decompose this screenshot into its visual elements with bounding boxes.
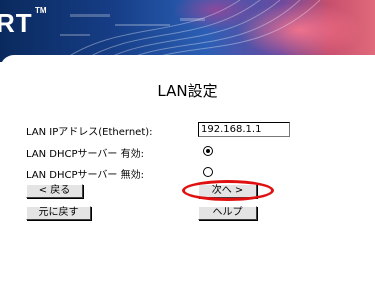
reset-button[interactable]: 元に戻す — [26, 206, 91, 220]
next-button[interactable]: 次へ > — [198, 184, 257, 198]
banner-graphic — [59, 0, 321, 62]
trademark-mark: TM — [35, 6, 47, 15]
ip-address-label: LAN IPアドレス(Ethernet): — [26, 127, 153, 138]
radio-selected-dot — [206, 149, 210, 153]
help-button[interactable]: ヘルプ — [198, 206, 257, 220]
dhcp-disable-radio[interactable] — [203, 167, 213, 177]
header-banner: RT TM — [0, 0, 375, 62]
brand-logo: RT — [0, 8, 33, 38]
dhcp-enable-radio[interactable] — [203, 146, 213, 156]
dhcp-disable-label: LAN DHCPサーバー 無効: — [26, 170, 144, 181]
back-button[interactable]: < 戻る — [26, 184, 83, 198]
dhcp-enable-label: LAN DHCPサーバー 有効: — [26, 149, 144, 160]
page-title: LAN設定 — [157, 82, 218, 100]
ip-address-input[interactable] — [198, 122, 290, 137]
